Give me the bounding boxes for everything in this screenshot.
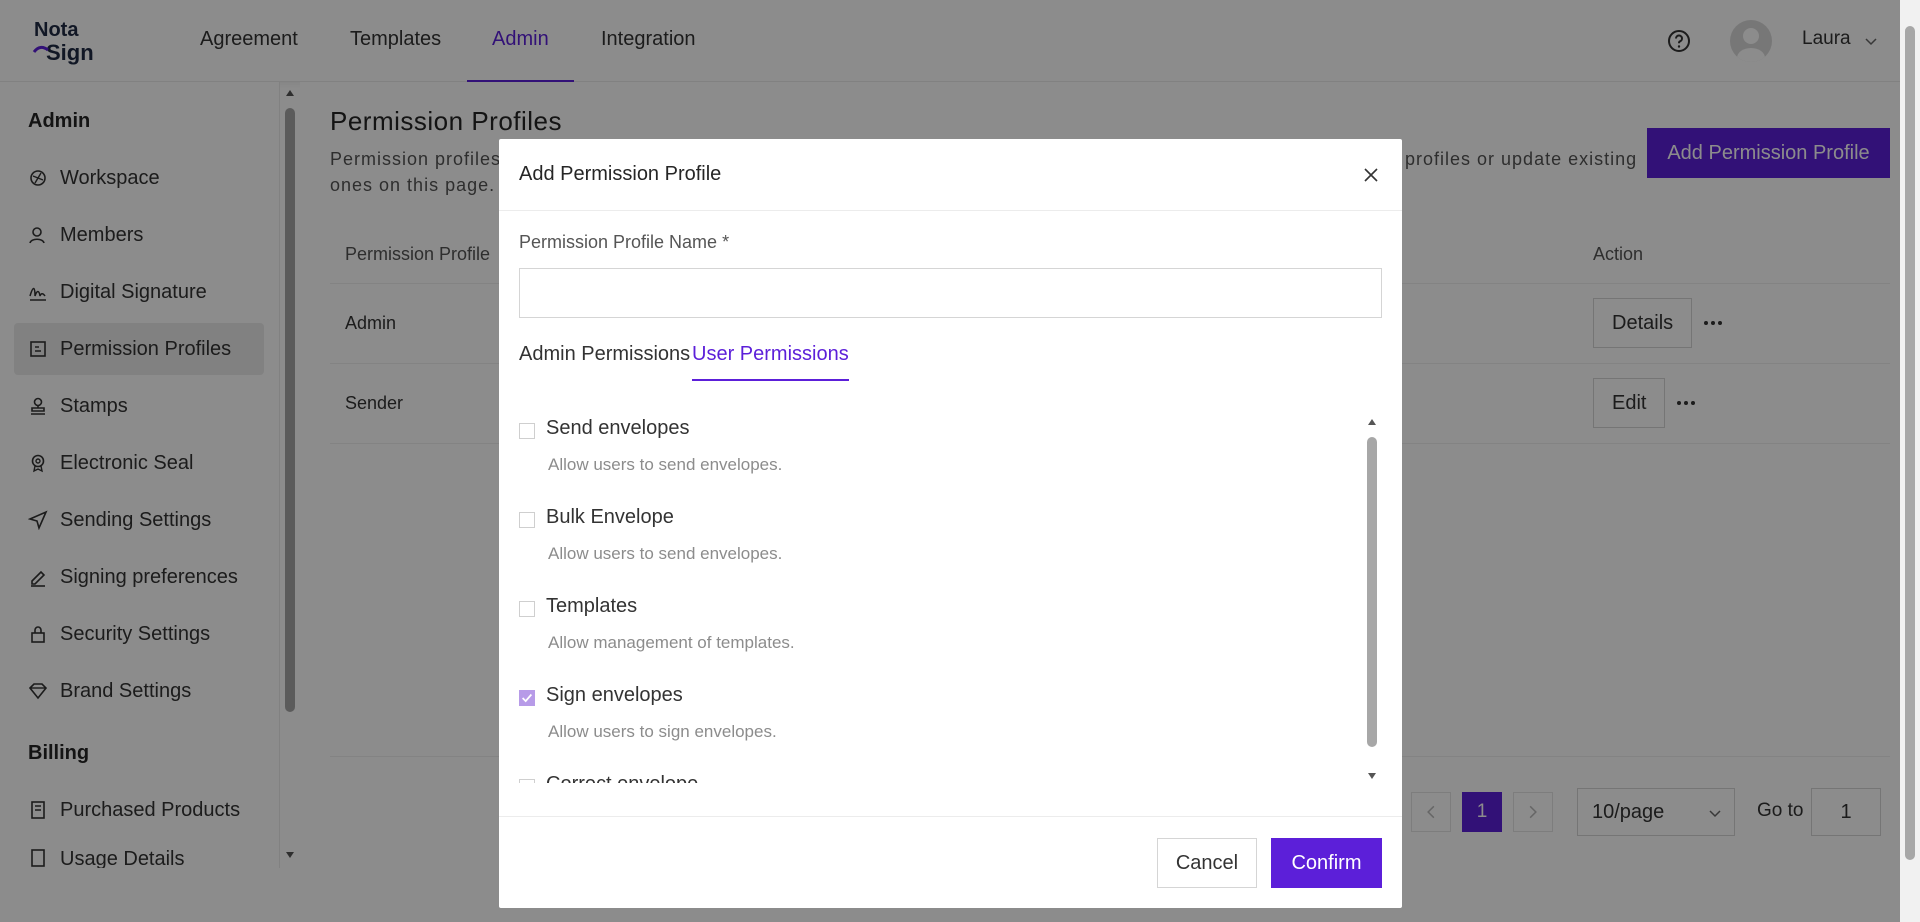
close-icon[interactable] xyxy=(1361,165,1381,185)
permission-description: Allow users to sign envelopes. xyxy=(548,722,777,741)
permission-name[interactable]: Templates xyxy=(546,595,637,618)
page-scrollbar-thumb[interactable] xyxy=(1905,26,1915,860)
permission-checkbox[interactable] xyxy=(519,779,535,783)
permissions-list: Send envelopes Allow users to send envel… xyxy=(519,413,1359,783)
tab-admin-permissions[interactable]: Admin Permissions xyxy=(519,343,690,381)
dialog-title: Add Permission Profile xyxy=(519,163,722,185)
permission-checkbox-checked[interactable] xyxy=(519,690,535,706)
permission-description: Allow users to send envelopes. xyxy=(548,455,783,474)
permission-item: Templates Allow management of templates. xyxy=(519,591,1359,681)
permission-item: Send envelopes Allow users to send envel… xyxy=(519,413,1359,503)
permission-item: Bulk Envelope Allow users to send envelo… xyxy=(519,502,1359,592)
permission-description: Allow users to send envelopes. xyxy=(548,544,783,563)
permission-name[interactable]: Sign envelopes xyxy=(546,684,683,707)
tab-user-permissions[interactable]: User Permissions xyxy=(692,343,849,381)
confirm-button[interactable]: Confirm xyxy=(1271,838,1382,888)
page-scrollbar[interactable] xyxy=(1900,0,1920,922)
checkmark-icon xyxy=(522,693,533,703)
profile-name-input[interactable] xyxy=(519,268,1382,318)
permission-checkbox[interactable] xyxy=(519,423,535,439)
permissions-scrollbar[interactable] xyxy=(1364,417,1380,787)
permission-name[interactable]: Correct envelope xyxy=(546,773,698,783)
scroll-down-arrow-icon[interactable] xyxy=(1367,771,1377,781)
profile-name-label: Permission Profile Name * xyxy=(519,232,730,252)
permission-checkbox[interactable] xyxy=(519,512,535,528)
permission-name[interactable]: Bulk Envelope xyxy=(546,506,674,529)
permission-item: Correct envelope xyxy=(519,769,1359,783)
permissions-scrollbar-thumb[interactable] xyxy=(1367,437,1377,747)
scroll-up-arrow-icon[interactable] xyxy=(1367,417,1377,427)
add-permission-profile-dialog: Add Permission Profile Permission Profil… xyxy=(499,139,1402,908)
permission-description: Allow management of templates. xyxy=(548,633,795,652)
dialog-footer: Cancel Confirm xyxy=(499,816,1402,908)
permission-checkbox[interactable] xyxy=(519,601,535,617)
permission-name[interactable]: Send envelopes xyxy=(546,417,689,440)
permission-item: Sign envelopes Allow users to sign envel… xyxy=(519,680,1359,770)
cancel-button[interactable]: Cancel xyxy=(1157,838,1257,888)
dialog-header: Add Permission Profile xyxy=(499,139,1402,211)
